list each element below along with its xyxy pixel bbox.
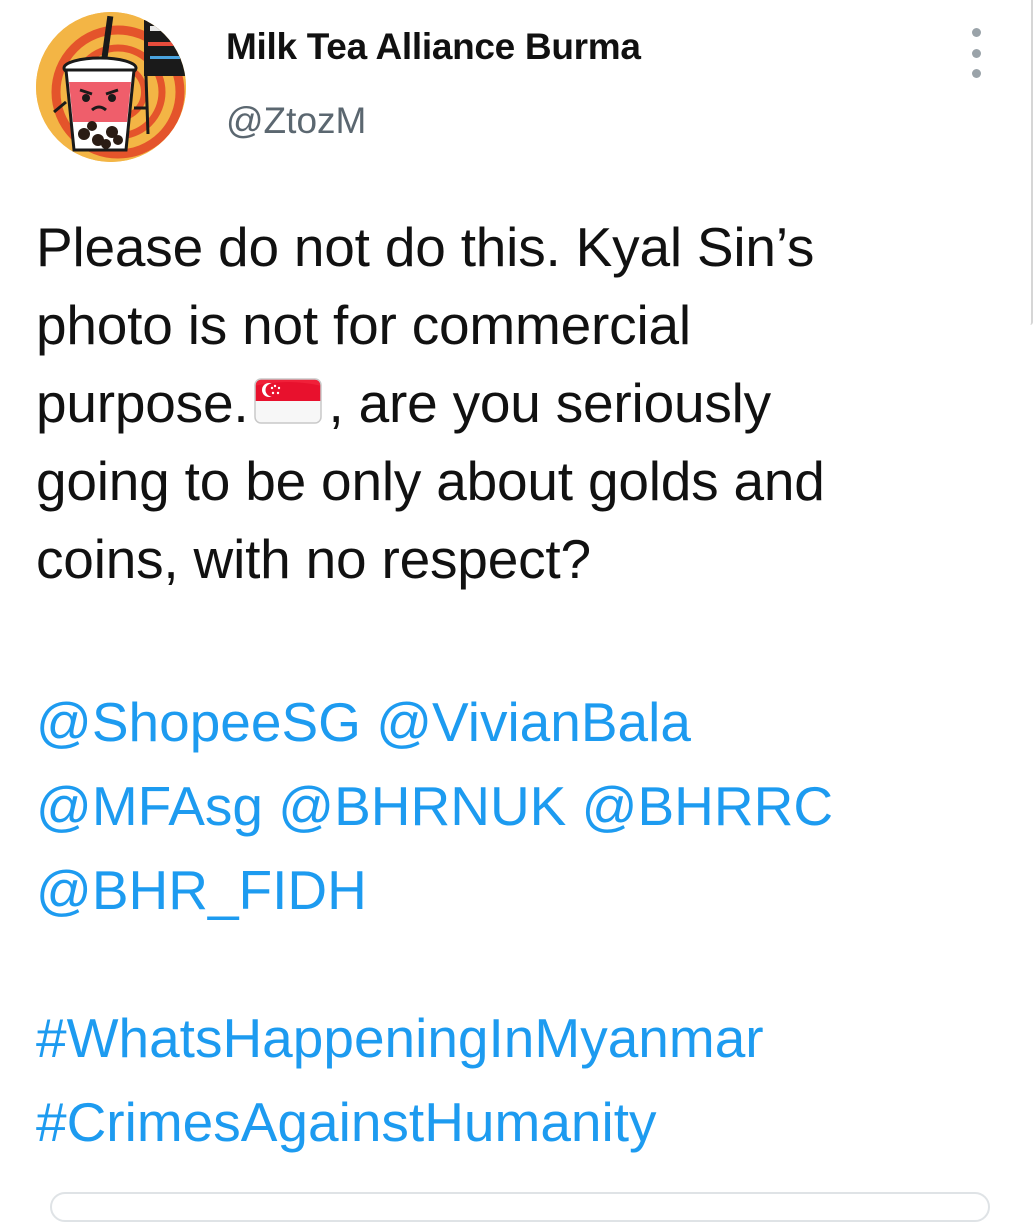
- tweet-text-line: Please do not do this. Kyal Sin’s: [36, 216, 815, 278]
- tweet-text-segment: , are you seriously: [328, 372, 771, 434]
- bubble-tea-mascot-icon: [36, 12, 186, 162]
- mention-link[interactable]: @BHR_FIDH: [36, 859, 367, 921]
- tweet-text: Please do not do this. Kyal Sin’s photo …: [36, 208, 996, 598]
- tweet-text-line: photo is not for commercial: [36, 294, 691, 356]
- display-name[interactable]: Milk Tea Alliance Burma: [226, 26, 641, 68]
- mention-link[interactable]: @MFAsg: [36, 775, 263, 837]
- hashtag-line: #CrimesAgainstHumanity: [36, 1080, 764, 1164]
- user-handle[interactable]: @ZtozM: [226, 100, 366, 142]
- hashtag-link[interactable]: #WhatsHappeningInMyanmar: [36, 1007, 764, 1069]
- tweet-text-line: coins, with no respect?: [36, 528, 591, 590]
- tweet: Milk Tea Alliance Burma @ZtozM Please do…: [0, 0, 1033, 1222]
- hashtag-link[interactable]: #CrimesAgainstHumanity: [36, 1091, 657, 1153]
- tweet-text-line: going to be only about golds and: [36, 450, 825, 512]
- mention-link[interactable]: @BHRNUK: [278, 775, 566, 837]
- more-vertical-icon-dot-2: [971, 48, 981, 58]
- mentions-line: @ShopeeSG @VivianBala: [36, 680, 833, 764]
- tweet-text-line: purpose. , are you seriously: [36, 364, 996, 442]
- more-vertical-icon: [971, 28, 981, 37]
- hashtags-block: #WhatsHappeningInMyanmar #CrimesAgainstH…: [36, 996, 764, 1164]
- scrollbar-edge: [1027, 0, 1033, 325]
- mentions-block: @ShopeeSG @VivianBala @MFAsg @BHRNUK @BH…: [36, 680, 833, 932]
- more-vertical-icon-dot-3: [971, 69, 981, 78]
- hashtag-line: #WhatsHappeningInMyanmar: [36, 996, 764, 1080]
- singapore-flag-icon: [254, 378, 323, 424]
- mentions-line: @MFAsg @BHRNUK @BHRRC: [36, 764, 833, 848]
- more-options-button[interactable]: [958, 28, 994, 78]
- tweet-text-segment: purpose.: [36, 372, 249, 434]
- mentions-line: @BHR_FIDH: [36, 848, 833, 932]
- embedded-card-edge[interactable]: [50, 1192, 990, 1222]
- avatar[interactable]: [36, 12, 186, 162]
- mention-link[interactable]: @ShopeeSG: [36, 691, 361, 753]
- mention-link[interactable]: @BHRRC: [582, 775, 833, 837]
- mention-link[interactable]: @VivianBala: [376, 691, 691, 753]
